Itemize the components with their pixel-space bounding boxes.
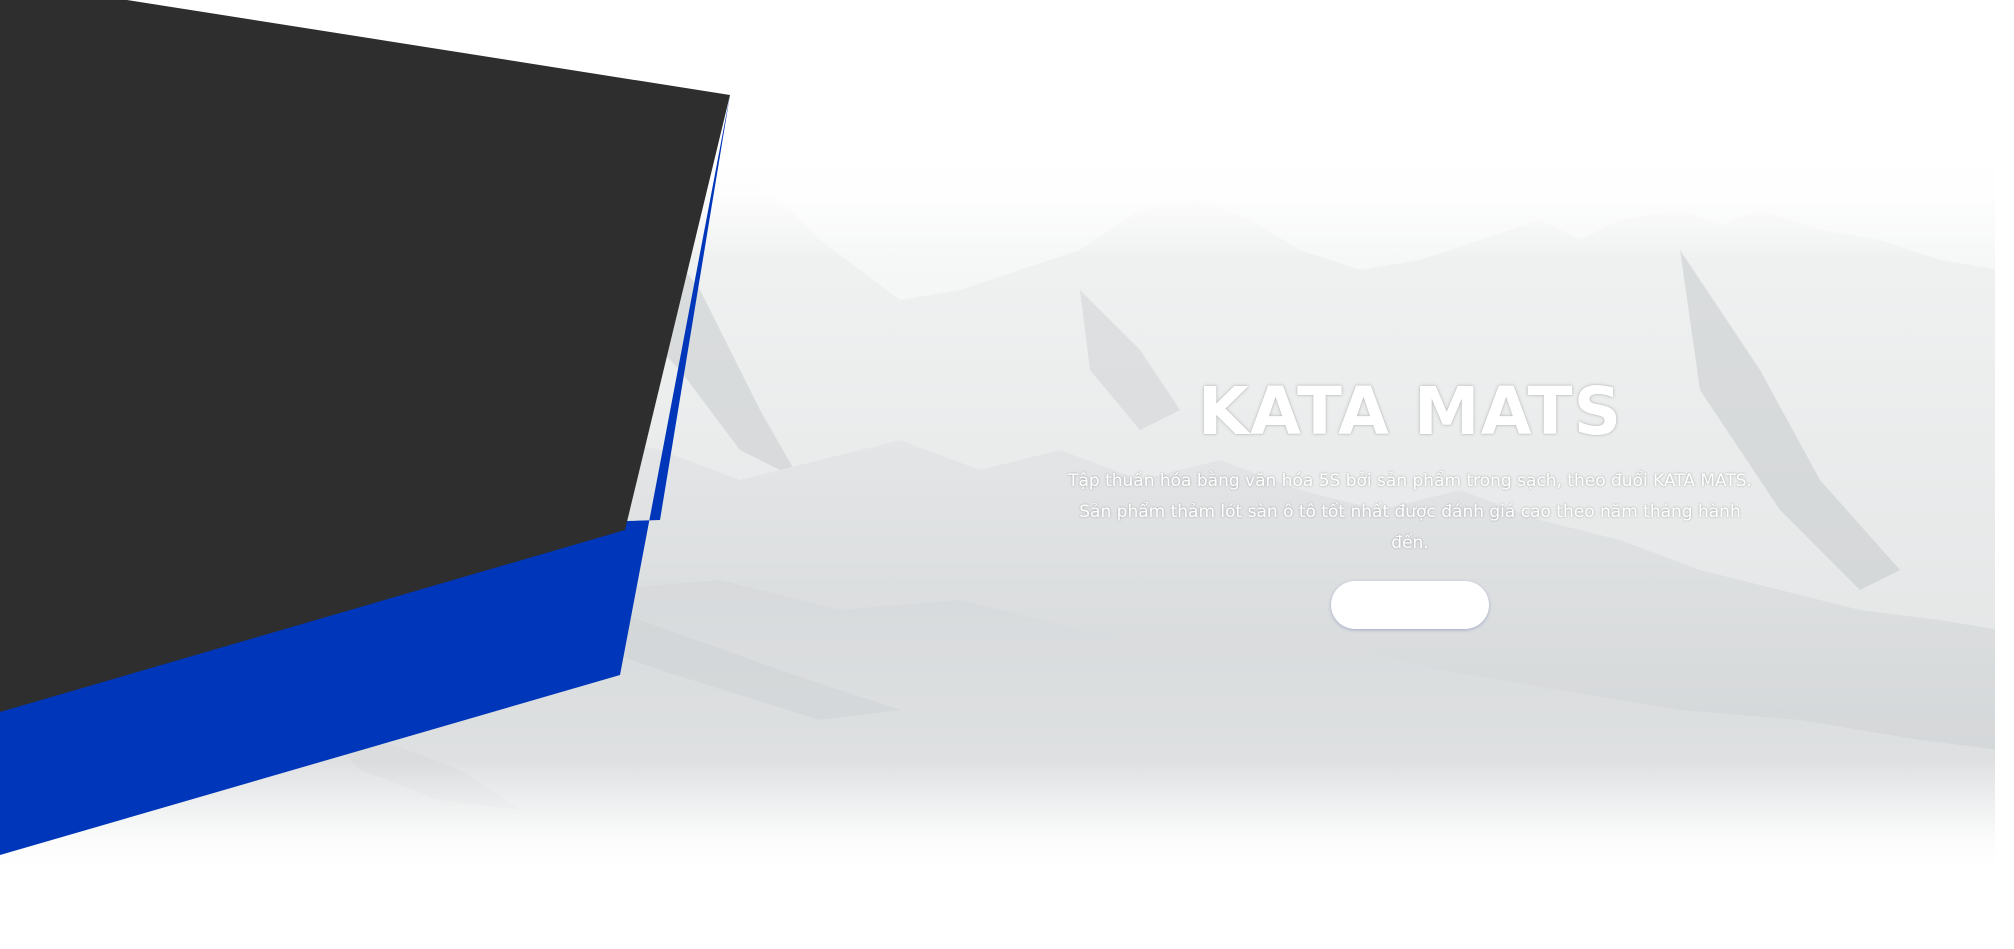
hero-right-edge: [1995, 150, 2014, 870]
hero-cta-button[interactable]: [1331, 581, 1489, 629]
hero-title: KATA MATS: [1197, 373, 1623, 450]
hero-description: Tập thuần hóa bằng văn hóa 5S bởi sản ph…: [1068, 471, 1752, 553]
page: KATA MATS Tập thuần hóa bằng văn hóa 5S …: [0, 0, 2014, 949]
decorative-shapes: [0, 0, 760, 870]
hero-content: KATA MATS Tập thuần hóa bằng văn hóa 5S …: [1060, 372, 1760, 629]
